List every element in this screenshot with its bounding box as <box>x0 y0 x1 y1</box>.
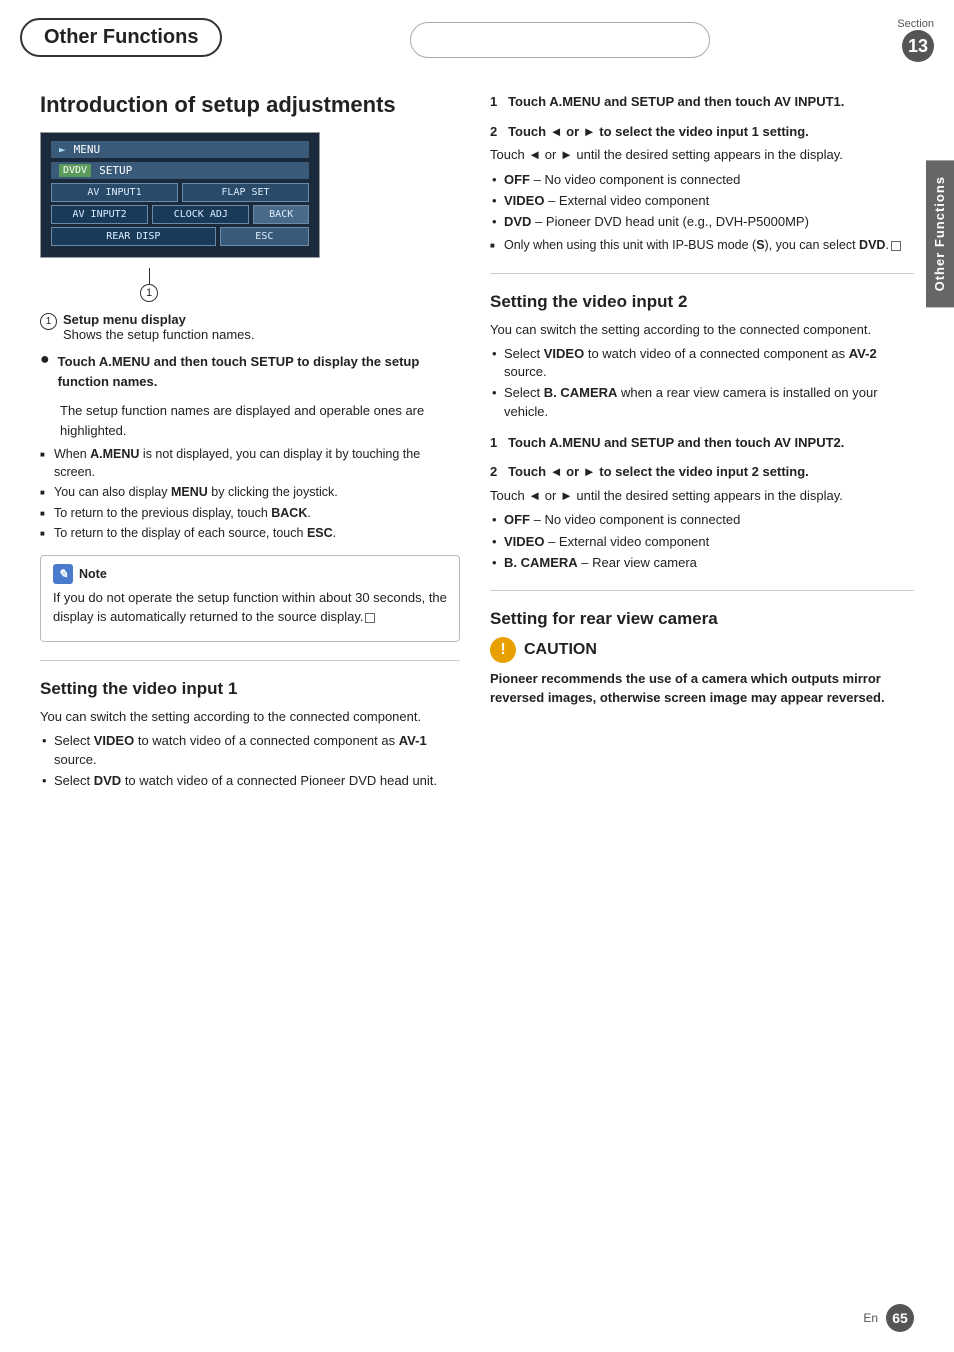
section-divider <box>40 660 460 661</box>
setup-menu-desc: Shows the setup function names. <box>63 327 255 342</box>
video1-note-list: Only when using this unit with IP-BUS mo… <box>490 237 914 255</box>
caution-body: Pioneer recommends the use of a camera w… <box>490 669 914 708</box>
note-box: ✎ Note If you do not operate the setup f… <box>40 555 460 642</box>
menu-row-2: AV INPUT2 CLOCK ADJ BACK <box>51 205 309 224</box>
note-title: ✎ Note <box>53 564 447 584</box>
menu-bar: ► MENU <box>51 141 309 158</box>
setup-menu-title: Setup menu display <box>63 312 186 327</box>
note-body: If you do not operate the setup function… <box>53 588 447 627</box>
sq-bullet-item: When A.MENU is not displayed, you can di… <box>40 446 460 481</box>
sq-bullet-item: To return to the display of each source,… <box>40 525 460 543</box>
video2-bullet-2: Select B. CAMERA when a rear view camera… <box>490 384 914 420</box>
option-off: OFF – No video component is connected <box>490 171 914 189</box>
video2-step1-title: 1 Touch A.MENU and SETUP and then touch … <box>490 433 914 453</box>
touch-setup-text: Touch A.MENU and then touch SETUP to dis… <box>58 354 420 389</box>
footer-lang: En <box>863 1311 878 1325</box>
video2-bullet-list: Select VIDEO to watch video of a connect… <box>490 345 914 421</box>
sq-bullet-list: When A.MENU is not displayed, you can di… <box>40 446 460 543</box>
video1-bullet-item: Select VIDEO to watch video of a connect… <box>40 732 460 768</box>
menu-row-3: REAR DISP ESC <box>51 227 309 246</box>
video2-title: Setting the video input 2 <box>490 292 914 312</box>
caution-title: ! CAUTION <box>490 637 914 663</box>
step2-options-list: OFF – No video component is connected VI… <box>490 171 914 232</box>
intro-title: Introduction of setup adjustments <box>40 92 460 118</box>
video1-bullet-item: Select DVD to watch video of a connected… <box>40 772 460 790</box>
page-header: Other Functions Section 13 <box>0 0 954 62</box>
bullet-touch-item: ● Touch A.MENU and then touch SETUP to d… <box>40 352 460 397</box>
numbered-item-1: 1 Setup menu display Shows the setup fun… <box>40 312 460 342</box>
rear-title: Setting for rear view camera <box>490 609 914 629</box>
section-divider-3 <box>490 590 914 591</box>
video1-bullet-list: Select VIDEO to watch video of a connect… <box>40 732 460 790</box>
note-icon: ✎ <box>53 564 73 584</box>
sidebar-tab: Other Functions <box>926 160 954 307</box>
caution-box: ! CAUTION Pioneer recommends the use of … <box>490 637 914 708</box>
footer-page-number: 65 <box>886 1304 914 1332</box>
option-dvd: DVD – Pioneer DVD head unit (e.g., DVH-P… <box>490 213 914 231</box>
caution-icon: ! <box>490 637 516 663</box>
setup-names-body: The setup function names are displayed a… <box>60 401 460 440</box>
callout-circle-1: 1 <box>140 284 158 302</box>
video2-intro: You can switch the setting according to … <box>490 320 914 340</box>
video1-step1-right: 1 Touch A.MENU and SETUP and then touch … <box>490 92 914 112</box>
sq-bullet-item: You can also display MENU by clicking th… <box>40 484 460 502</box>
center-oval <box>410 22 710 58</box>
main-content: Introduction of setup adjustments ► MENU… <box>0 62 954 813</box>
video2-bullet-1: Select VIDEO to watch video of a connect… <box>490 345 914 381</box>
small-square <box>365 613 375 623</box>
setup-menu-image: ► MENU DVDV SETUP AV INPUT1 FLAP SET AV … <box>40 132 320 258</box>
step2-right-body: Touch ◄ or ► until the desired setting a… <box>490 145 914 165</box>
left-column: Introduction of setup adjustments ► MENU… <box>40 72 460 793</box>
video2-options-list: OFF – No video component is connected VI… <box>490 511 914 572</box>
right-column: 1 Touch A.MENU and SETUP and then touch … <box>490 72 914 793</box>
sq-bullet-item: To return to the previous display, touch… <box>40 505 460 523</box>
menu-row-1: AV INPUT1 FLAP SET <box>51 183 309 202</box>
video1-title: Setting the video input 1 <box>40 679 460 699</box>
item-num-circle: 1 <box>40 313 57 330</box>
video2-step2-body: Touch ◄ or ► until the desired setting a… <box>490 486 914 506</box>
page-footer: En 65 <box>863 1304 914 1332</box>
step2-right-title: 2 Touch ◄ or ► to select the video input… <box>490 122 914 142</box>
section-badge: Section 13 <box>897 18 934 62</box>
section-divider-2 <box>490 273 914 274</box>
chapter-title: Other Functions <box>20 18 222 57</box>
video1-note-item: Only when using this unit with IP-BUS mo… <box>490 237 914 255</box>
v2-option-bcamera: B. CAMERA – Rear view camera <box>490 554 914 572</box>
section-label: Section <box>897 18 934 30</box>
step1-right-title: 1 Touch A.MENU and SETUP and then touch … <box>490 92 914 112</box>
v2-option-off: OFF – No video component is connected <box>490 511 914 529</box>
section-number: 13 <box>902 30 934 62</box>
small-square-2 <box>891 241 901 251</box>
video2-step2-title: 2 Touch ◄ or ► to select the video input… <box>490 462 914 482</box>
v2-option-video: VIDEO – External video component <box>490 533 914 551</box>
option-video: VIDEO – External video component <box>490 192 914 210</box>
video1-intro: You can switch the setting according to … <box>40 707 460 727</box>
setup-bar: DVDV SETUP <box>51 162 309 179</box>
